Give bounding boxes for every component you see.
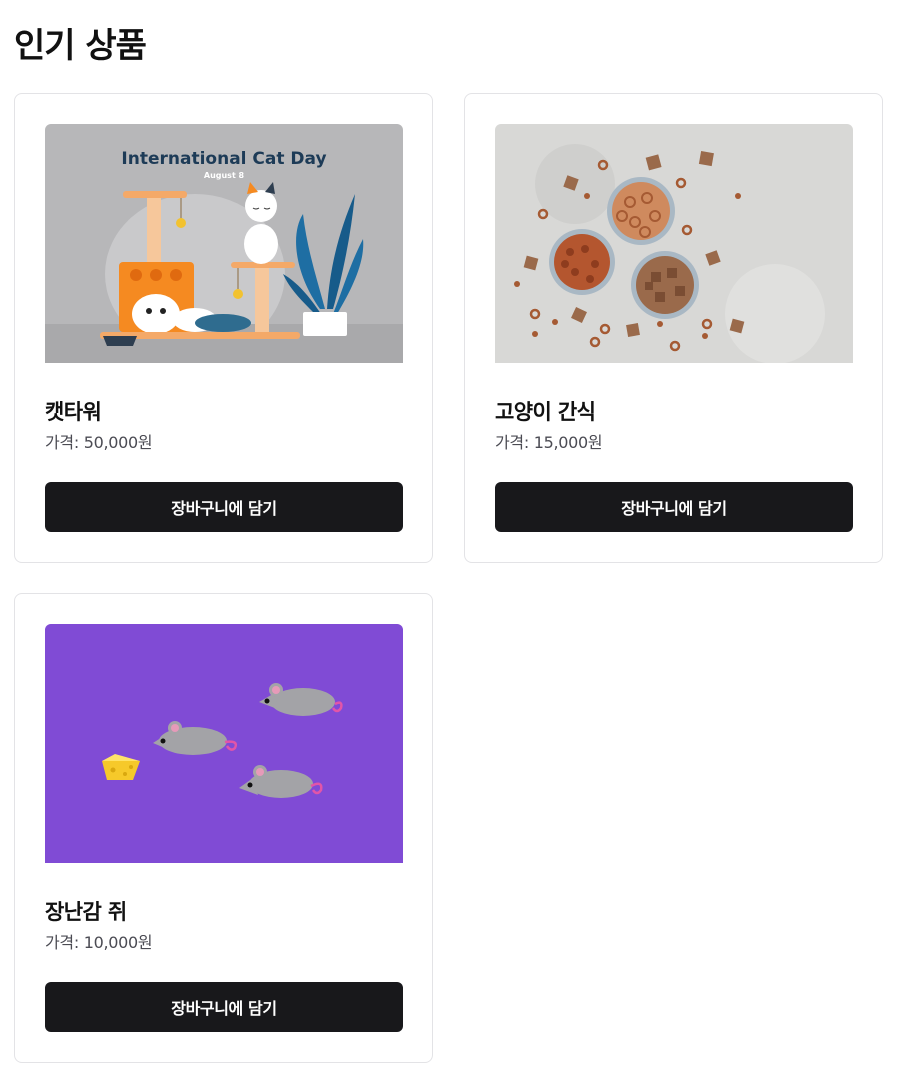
add-to-cart-button[interactable]: 장바구니에 담기 bbox=[495, 482, 853, 532]
banner-subtitle: August 8 bbox=[204, 171, 245, 180]
toy-mouse-photo bbox=[45, 624, 403, 863]
product-price: 가격: 15,000원 bbox=[495, 433, 603, 452]
product-card-cat-tower[interactable]: International Cat Day August 8 캣타워 가격: 5… bbox=[14, 93, 433, 563]
add-to-cart-button[interactable]: 장바구니에 담기 bbox=[45, 982, 403, 1032]
add-to-cart-button[interactable]: 장바구니에 담기 bbox=[45, 482, 403, 532]
product-name: 캣타워 bbox=[45, 400, 102, 424]
cat-day-illustration: International Cat Day August 8 bbox=[45, 124, 403, 363]
product-image-toy-mouse[interactable] bbox=[45, 624, 403, 863]
banner-title: International Cat Day bbox=[121, 149, 326, 169]
product-image-cat-treats[interactable] bbox=[495, 124, 853, 363]
product-card-cat-treats[interactable]: 고양이 간식 가격: 15,000원 장바구니에 담기 bbox=[464, 93, 883, 563]
product-name: 장난감 쥐 bbox=[45, 900, 127, 924]
cat-treats-photo bbox=[495, 124, 853, 363]
page-title: 인기 상품 bbox=[14, 26, 147, 66]
product-price: 가격: 10,000원 bbox=[45, 933, 153, 952]
product-name: 고양이 간식 bbox=[495, 400, 596, 424]
product-price: 가격: 50,000원 bbox=[45, 433, 153, 452]
product-card-toy-mouse[interactable]: 장난감 쥐 가격: 10,000원 장바구니에 담기 bbox=[14, 593, 433, 1063]
product-image-cat-tower[interactable]: International Cat Day August 8 bbox=[45, 124, 403, 363]
